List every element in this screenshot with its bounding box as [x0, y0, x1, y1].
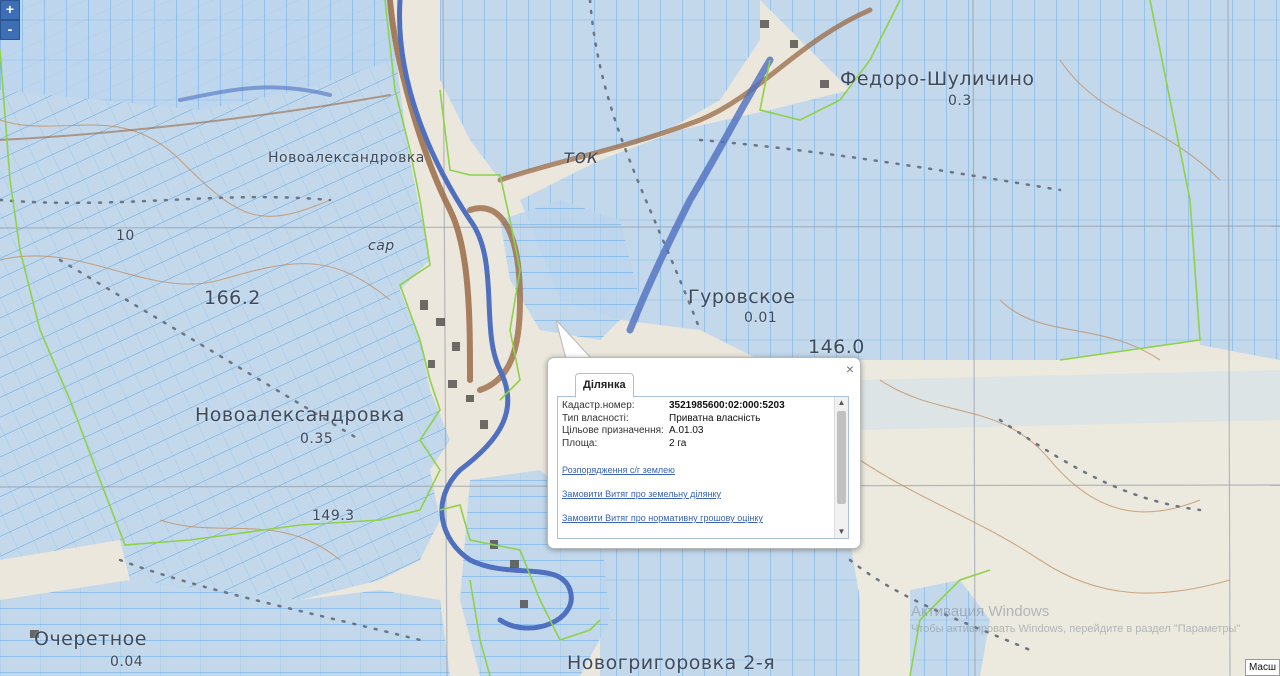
link-order-parcel-extract[interactable]: Замовити Витяг про земельну ділянку: [562, 489, 834, 499]
field-value: A.01.03: [669, 425, 704, 436]
map-label-ocheretnoe: Очеретное: [34, 628, 147, 650]
close-icon[interactable]: ×: [846, 362, 854, 376]
field-label: Тип власності:: [562, 412, 629, 424]
field-purpose: Цільове призначення: A.01.03: [562, 425, 834, 438]
map-label-novaleksandrovka-main: Новоалександровка: [195, 404, 405, 426]
map-label-tok: ток: [563, 146, 599, 168]
popup-scrollbar[interactable]: ▲ ▼: [834, 397, 848, 538]
field-value: 3521985600:02:000:5203: [669, 400, 785, 411]
cadastral-map[interactable]: Федоро-Шуличино Новоалександровка Новоал…: [0, 0, 1280, 676]
windows-activation-watermark: Активация Windows Чтобы активировать Win…: [911, 603, 1240, 635]
map-label-elevation-166: 166.2: [204, 287, 261, 309]
field-value: Приватна власність: [669, 412, 761, 424]
watermark-subtitle: Чтобы активировать Windows, перейдите в …: [911, 623, 1241, 635]
field-label: Площа:: [562, 437, 598, 449]
field-area: Площа: 2 га: [562, 438, 834, 451]
field-label: Цільове призначення:: [562, 425, 664, 436]
tab-parcel[interactable]: Ділянка: [575, 373, 634, 398]
map-label-fedoro-shulichino: Федоро-Шуличино: [840, 68, 1035, 90]
map-label-value-0-04: 0.04: [110, 654, 144, 670]
zoom-in-button[interactable]: +: [0, 0, 20, 20]
map-label-gurovskoe: Гуровское: [688, 286, 796, 308]
map-label-novogrigorovka: Новогригоровка 2-я: [567, 652, 776, 674]
scale-label: Масш: [1244, 659, 1280, 676]
link-land-disposal[interactable]: Розпорядження с/г землею: [562, 465, 834, 475]
scroll-thumb[interactable]: [837, 411, 846, 504]
link-order-valuation-extract[interactable]: Замовити Витяг про нормативну грошову оц…: [562, 513, 834, 523]
zoom-controls: + -: [0, 0, 20, 40]
map-label-value-0-01: 0.01: [744, 310, 778, 326]
map-label-elevation-149: 149.3: [312, 508, 355, 524]
watermark-title: Активация Windows: [911, 603, 1050, 620]
parcel-details: Кадастр.номер: 3521985600:02:000:5203 Ти…: [562, 400, 834, 523]
map-background: [0, 0, 1280, 676]
map-label-elevation-146: 146.0: [808, 336, 865, 358]
map-label-value-10: 10: [116, 228, 135, 244]
field-cadastral-number: Кадастр.номер: 3521985600:02:000:5203: [562, 400, 834, 413]
map-label-sar: сар: [368, 238, 395, 254]
field-label: Кадастр.номер:: [562, 400, 635, 411]
field-value: 2 га: [669, 437, 687, 449]
field-ownership-type: Тип власності: Приватна власність: [562, 413, 834, 426]
scroll-up-icon[interactable]: ▲: [835, 397, 848, 409]
popup-panel: Кадастр.номер: 3521985600:02:000:5203 Ти…: [557, 396, 849, 539]
zoom-out-button[interactable]: -: [0, 20, 20, 40]
map-label-novaleksandrovka-top: Новоалександровка: [268, 150, 425, 166]
map-label-value-0-35: 0.35: [300, 431, 334, 447]
parcel-info-popup: × Ділянка Кадастр.номер: 3521985600:02:0…: [547, 357, 861, 549]
scroll-down-icon[interactable]: ▼: [835, 526, 848, 538]
map-label-value-0-3: 0.3: [948, 93, 972, 109]
